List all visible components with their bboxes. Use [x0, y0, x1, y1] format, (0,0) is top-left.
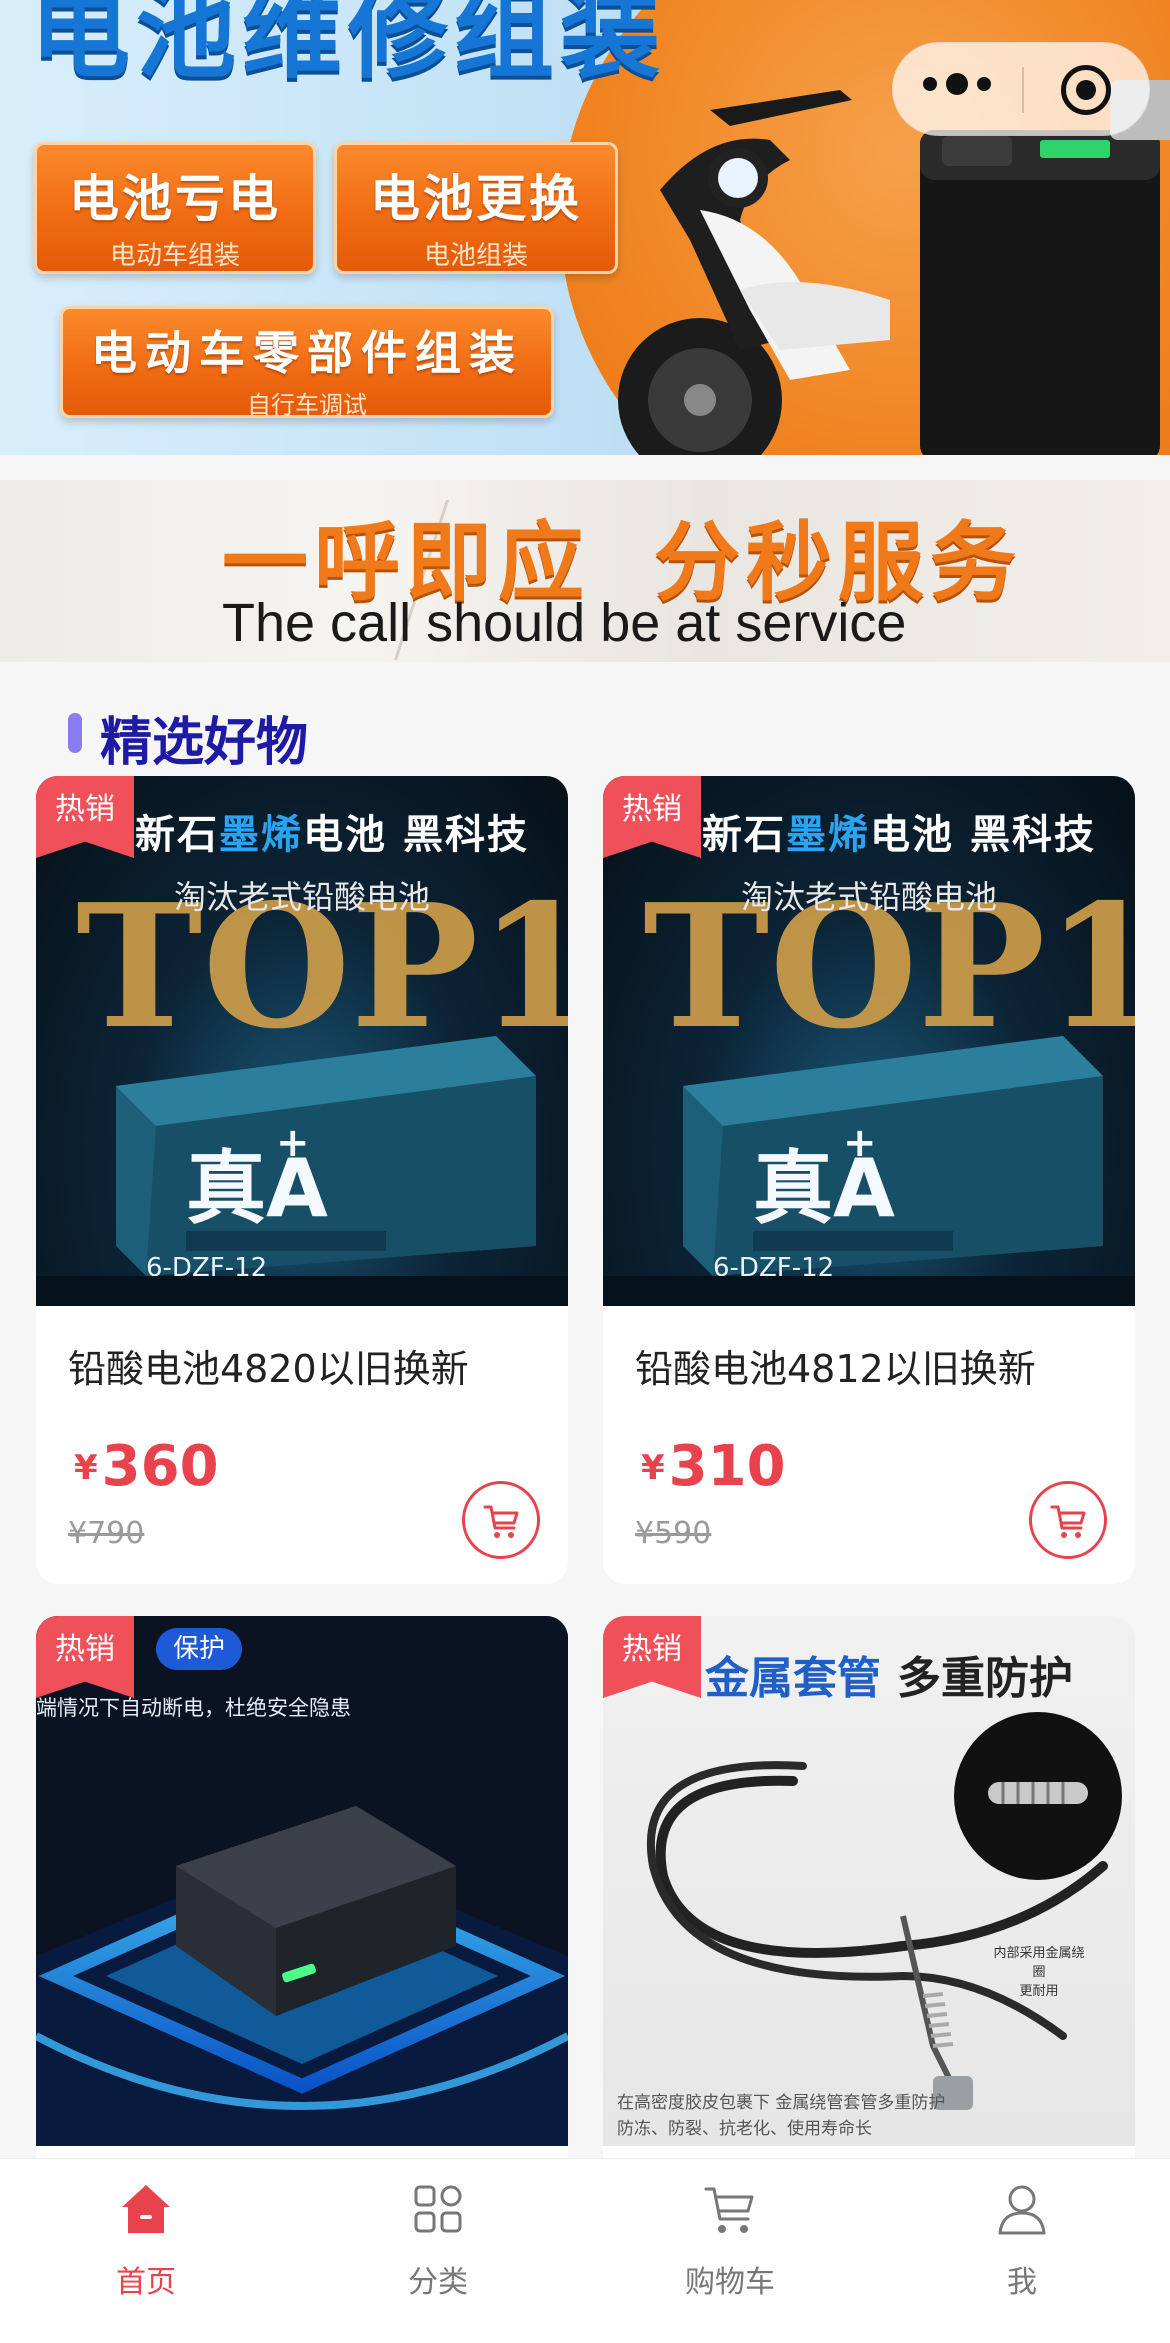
cart-icon	[1050, 1505, 1086, 1538]
product-price: ¥310	[641, 1434, 786, 1499]
slogan-english: The call should be at service	[222, 593, 907, 653]
product-image[interactable]: 保护 端情况下自动断电，杜绝安全隐患 热销	[36, 1616, 568, 2146]
add-to-cart-button[interactable]	[462, 1481, 540, 1559]
service-tag-battery-replace: 电池更换 电池组装	[334, 142, 618, 274]
shopping-cart-icon	[704, 2187, 754, 2233]
product-original-price: ¥590	[635, 1516, 712, 1551]
tab-category[interactable]: 分类	[338, 2179, 538, 2301]
brake-cable-illustration	[646, 1712, 1122, 2110]
tab-cart[interactable]: 购物车	[630, 2179, 830, 2301]
close-target-icon[interactable]	[1061, 65, 1111, 115]
svg-text:+: +	[843, 1120, 877, 1166]
product-price: ¥360	[74, 1434, 219, 1499]
service-tag-battery-drain: 电池亏电 电动车组装	[34, 142, 316, 274]
hero-title: 电池维修组装	[30, 0, 666, 92]
product-image[interactable]: TOP1 真A + 6-DZF-12 新石墨烯电池 黑科技 淘汰老式铅酸电池 热…	[36, 776, 568, 1306]
image-subline: 淘汰老式铅酸电池	[740, 878, 997, 916]
product-card[interactable]: TOP1 真A + 6-DZF-12 新石墨烯电池 黑科技 淘汰老式铅酸电池 热…	[36, 776, 568, 1584]
product-name: 铅酸电池4820以旧换新	[68, 1347, 469, 1391]
cart-icon	[483, 1505, 519, 1538]
product-image[interactable]: TOP1 真A + 6-DZF-12 新石墨烯电池 黑科技 淘汰老式铅酸电池 热…	[603, 776, 1135, 1306]
mini-program-capsule	[892, 42, 1150, 136]
inset-caption: 内部采用金属绕圈 更耐用	[993, 1946, 1085, 1999]
image-footer-caption: 在高密度胶皮包裹下 金属绕管套管多重防护 防冻、防裂、抗老化、使用寿命长	[617, 2093, 946, 2139]
product-image[interactable]: 金属套管 多重防护 内部采用金属绕圈 更耐用 在高密度胶皮包裹下 金属绕管套管多重	[603, 1616, 1135, 2146]
user-profile-icon	[998, 2185, 1046, 2235]
service-tag-parts-assembly: 电动车零部件组装 自行车调试	[60, 306, 554, 419]
bottom-tab-bar: 首页 分类 购物车 我	[0, 2158, 1170, 2343]
image-subline: 淘汰老式铅酸电池	[173, 878, 430, 916]
product-card[interactable]: 保护 端情况下自动断电，杜绝安全隐患 热销	[36, 1616, 568, 2176]
hero-banner[interactable]: 电池维修组装 电池亏电 电动车组装 电池更换 电池组装 电动车零部件组装 自行车…	[0, 0, 1170, 455]
tab-home[interactable]: 首页	[46, 2179, 246, 2301]
image-caption: 端情况下自动断电，杜绝安全隐患	[36, 1696, 351, 1720]
product-card[interactable]: 金属套管 多重防护 内部采用金属绕圈 更耐用 在高密度胶皮包裹下 金属绕管套管多重	[603, 1616, 1135, 2176]
product-original-price: ¥790	[68, 1516, 145, 1551]
image-protect-tag: 保护	[156, 1628, 242, 1670]
slogan-banner[interactable]: 一呼即应 分秒服务 The call should be at service	[0, 480, 1170, 662]
section-title: 精选好物	[100, 713, 309, 773]
add-to-cart-button[interactable]	[1029, 1481, 1107, 1559]
home-icon	[122, 2185, 170, 2233]
section-title-accent-bar	[68, 713, 82, 753]
svg-text:+: +	[276, 1120, 310, 1166]
product-card[interactable]: TOP1 真A + 6-DZF-12 新石墨烯电池 黑科技 淘汰老式铅酸电池 热…	[603, 776, 1135, 1584]
product-name: 铅酸电池4812以旧换新	[635, 1347, 1036, 1391]
tab-profile[interactable]: 我	[922, 2179, 1122, 2301]
more-menu-icon[interactable]	[923, 73, 991, 95]
capsule-divider	[1022, 67, 1024, 113]
category-grid-icon	[414, 2185, 462, 2233]
